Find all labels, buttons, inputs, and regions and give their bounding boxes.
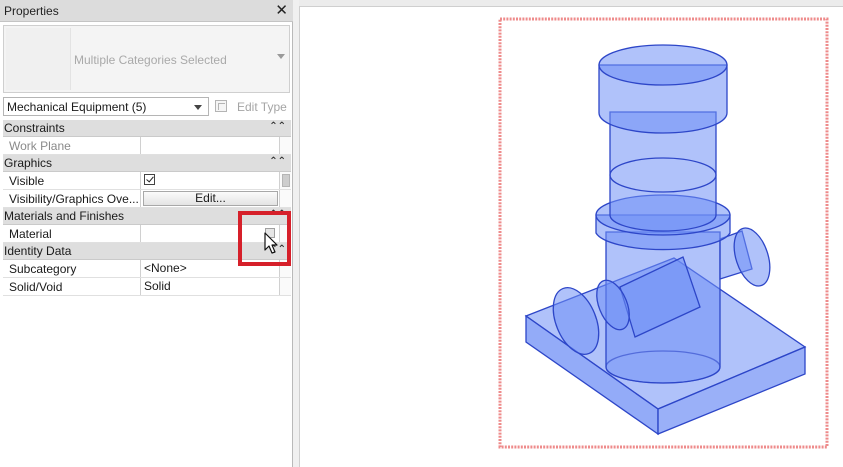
- collapse-chevrons-icon[interactable]: ⌃⌃: [269, 156, 286, 167]
- edit-type-label: Edit Type: [237, 100, 287, 114]
- property-row-visible: Visible: [3, 172, 291, 190]
- grid-scroll-column: [279, 137, 291, 154]
- visible-checkbox[interactable]: [144, 174, 155, 185]
- visibility-edit-button[interactable]: Edit...: [143, 191, 278, 206]
- section-label: Graphics: [4, 156, 53, 170]
- grid-scrollbar[interactable]: [279, 172, 291, 189]
- category-filter-value: Mechanical Equipment (5): [7, 100, 147, 114]
- panel-title: Properties: [4, 4, 59, 18]
- properties-grid: Constraints ⌃⌃ Work Plane Graphics ⌃⌃ Vi…: [3, 120, 291, 296]
- section-graphics[interactable]: Graphics ⌃⌃: [3, 155, 291, 172]
- scrollbar-thumb[interactable]: [282, 174, 290, 187]
- type-selector[interactable]: Multiple Categories Selected: [3, 25, 290, 93]
- properties-titlebar: Properties ✕: [0, 0, 293, 22]
- 3d-view-canvas[interactable]: [299, 6, 843, 467]
- property-value[interactable]: Solid: [140, 278, 279, 295]
- properties-panel: Properties ✕ Multiple Categories Selecte…: [0, 0, 293, 467]
- property-row-solid-void: Solid/Void Solid: [3, 278, 291, 296]
- property-name: Work Plane: [9, 139, 71, 153]
- model-drawing: [498, 17, 829, 449]
- section-label: Constraints: [4, 121, 65, 135]
- selection-filter-row: Mechanical Equipment (5) Edit Type: [3, 97, 290, 117]
- property-name: Visibility/Graphics Ove...: [9, 192, 139, 206]
- section-label: Identity Data: [4, 244, 72, 258]
- property-value: [140, 172, 279, 189]
- pump-model[interactable]: [524, 44, 807, 436]
- edit-type-button[interactable]: Edit Type: [215, 97, 289, 116]
- category-filter-dropdown[interactable]: Mechanical Equipment (5): [3, 97, 209, 116]
- type-selector-name: Multiple Categories Selected: [74, 53, 227, 67]
- chevron-down-icon[interactable]: [194, 105, 202, 110]
- section-label: Materials and Finishes: [4, 209, 125, 223]
- property-value: Edit...: [140, 190, 279, 207]
- close-icon[interactable]: ✕: [275, 1, 288, 19]
- collapse-chevrons-icon[interactable]: ⌃⌃: [269, 121, 286, 132]
- property-name: Material: [9, 227, 52, 241]
- mouse-pointer-icon: [264, 232, 278, 254]
- property-name: Visible: [9, 174, 45, 188]
- edit-type-icon: [215, 100, 227, 112]
- property-value: [140, 137, 279, 154]
- section-constraints[interactable]: Constraints ⌃⌃: [3, 120, 291, 137]
- property-name: Subcategory: [9, 262, 77, 276]
- grid-scroll-column: [279, 190, 291, 207]
- type-preview-thumbnail: [6, 28, 71, 90]
- type-selector-dropdown-icon[interactable]: [277, 54, 285, 59]
- property-row-work-plane: Work Plane: [3, 137, 291, 155]
- grid-scroll-column: [279, 278, 291, 295]
- property-name: Solid/Void: [9, 280, 63, 294]
- top-cap-lid: [598, 44, 728, 86]
- property-row-visibility-graphics: Visibility/Graphics Ove... Edit...: [3, 190, 291, 208]
